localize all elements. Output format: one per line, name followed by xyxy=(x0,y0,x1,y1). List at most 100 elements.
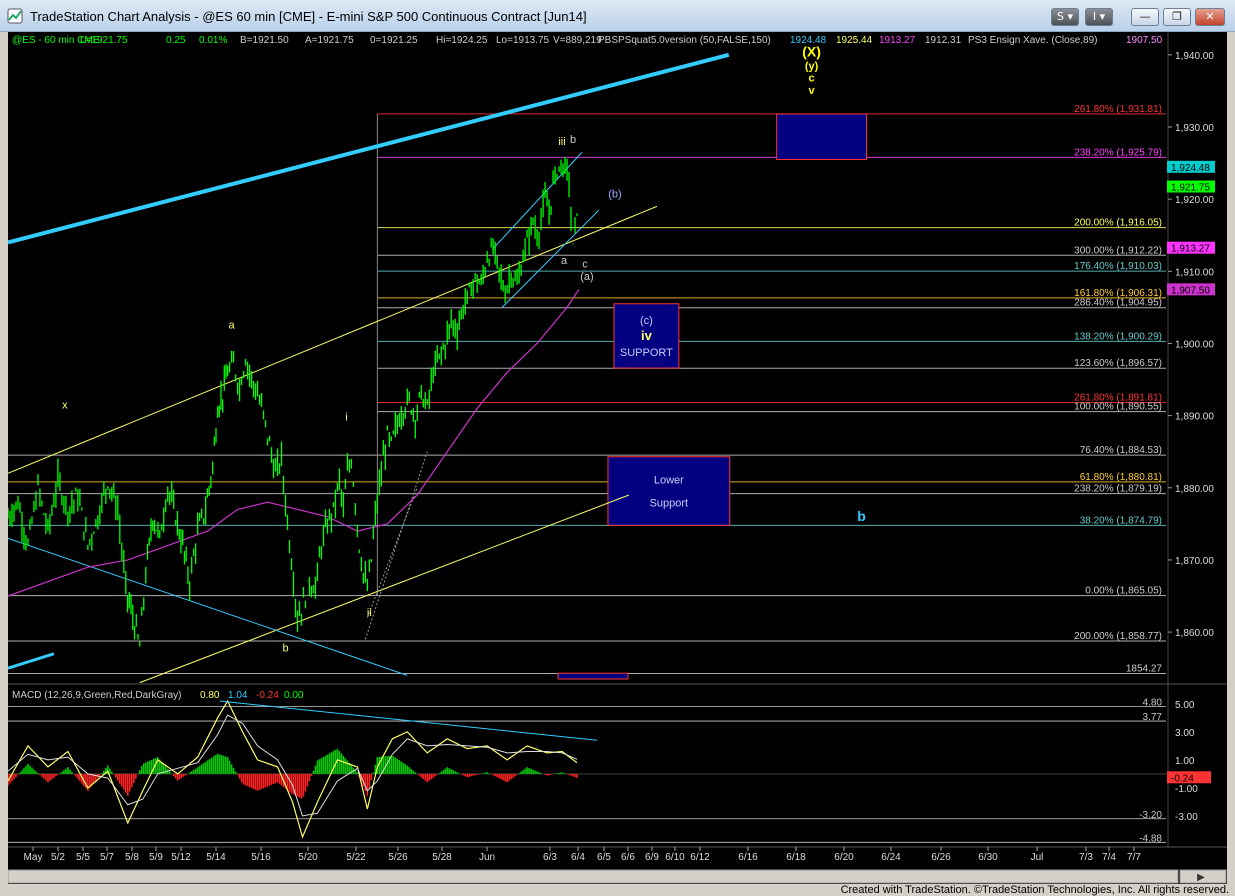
x-tick-label: 5/9 xyxy=(149,852,163,863)
price-tag-label: 1,913.27 xyxy=(1171,244,1210,255)
fib-level-label: 1854.27 xyxy=(1126,663,1163,674)
header-field-13: 1913.27 xyxy=(879,35,916,46)
macd-ref-label: 4.80 xyxy=(1143,698,1163,709)
wave-label: (a) xyxy=(580,271,593,283)
bottom-box xyxy=(557,672,629,680)
fib-level-label: 100.00% (1,890.55) xyxy=(1074,402,1162,413)
x-tick-label: 5/7 xyxy=(100,852,114,863)
macd-y-tick: -3.00 xyxy=(1175,812,1198,823)
chart-svg[interactable]: @ES - 60 min CMEL=1921.75 0.25 0.01% B=1921… xyxy=(7,32,1227,884)
x-tick-label: 5/8 xyxy=(125,852,139,863)
x-tick-label: 5/5 xyxy=(76,852,90,863)
header-field-9: V=889,219 xyxy=(553,35,602,46)
wave-label: i xyxy=(345,412,347,424)
y-tick-label: 1,910.00 xyxy=(1175,267,1214,278)
price-tag-label: 1,907.50 xyxy=(1171,285,1210,296)
wave-label: c xyxy=(582,259,588,271)
x-tick-label: 7/4 xyxy=(1102,852,1116,863)
macd-value: 1.04 xyxy=(228,690,248,701)
scroll-right-arrow-icon[interactable]: ▶ xyxy=(1197,872,1205,883)
x-tick-label: 6/20 xyxy=(834,852,854,863)
fib-level-label: 261.80% (1,931.81) xyxy=(1074,104,1162,115)
s-dropdown-button[interactable]: S ▾ xyxy=(1051,8,1079,26)
macd-ref-label: 3.77 xyxy=(1143,712,1163,723)
fib-level-label: 238.20% (1,879.19) xyxy=(1074,484,1162,495)
price-tag-label: 1,924.48 xyxy=(1171,163,1210,174)
x-tick-label: 6/24 xyxy=(881,852,901,863)
fib-level-label: 38.20% (1,874.79) xyxy=(1080,515,1162,526)
x-tick-label: 5/2 xyxy=(51,852,65,863)
y-tick-label: 1,880.00 xyxy=(1175,484,1214,495)
x-tick-label: 5/14 xyxy=(206,852,226,863)
header-field-4: B=1921.50 xyxy=(240,35,289,46)
x-tick-label: 6/16 xyxy=(738,852,758,863)
minimize-button[interactable]: — xyxy=(1131,8,1159,26)
y-tick-label: 1,890.00 xyxy=(1175,412,1214,423)
header-field-3: 0.01% xyxy=(199,35,227,46)
wave-label: v xyxy=(809,85,816,97)
box-label: SUPPORT xyxy=(620,347,673,359)
x-tick-label: 7/3 xyxy=(1079,852,1093,863)
i-dropdown-button[interactable]: I ▾ xyxy=(1085,8,1113,26)
restore-button[interactable]: ❐ xyxy=(1163,8,1191,26)
wave-label: c xyxy=(809,73,815,85)
header-field-2: 0.25 xyxy=(166,35,186,46)
macd-ref-label: -3.20 xyxy=(1139,810,1162,821)
fib-level-label: 76.40% (1,884.53) xyxy=(1080,445,1162,456)
x-tick-label: Jun xyxy=(479,852,495,863)
footer-credit: Created with TradeStation. ©TradeStation… xyxy=(840,884,1229,896)
fib-level-label: 0.00% (1,865.05) xyxy=(1085,586,1162,597)
x-tick-label: 6/3 xyxy=(543,852,557,863)
close-button[interactable]: ✕ xyxy=(1195,8,1225,26)
status-footer: Created with TradeStation. ©TradeStation… xyxy=(0,884,1235,896)
x-tick-label: 5/22 xyxy=(346,852,366,863)
x-tick-label: 5/26 xyxy=(388,852,408,863)
wave-label: (X) xyxy=(802,43,821,59)
x-tick-label: 5/28 xyxy=(432,852,452,863)
x-tick-label: 7/7 xyxy=(1127,852,1141,863)
fib-level-label: 238.20% (1,925.79) xyxy=(1074,147,1162,158)
box-label: Lower xyxy=(654,475,684,487)
macd-value: 0.00 xyxy=(284,690,304,701)
x-tick-label: 6/9 xyxy=(645,852,659,863)
chart-area[interactable]: @ES - 60 min CME L=1921.75 0.25 0.01% B=1921… xyxy=(7,32,1227,884)
header-field-1: L=1921.75 xyxy=(80,35,128,46)
lower-support-box xyxy=(607,456,731,526)
macd-ref-label: -4.88 xyxy=(1139,833,1162,844)
y-tick-label: 1,870.00 xyxy=(1175,556,1214,567)
box-label: Support xyxy=(650,497,689,509)
fib-level-label: 61.80% (1,880.81) xyxy=(1080,472,1162,483)
macd-y-tick: 5.00 xyxy=(1175,700,1195,711)
wave-label: ii xyxy=(367,607,372,619)
y-tick-label: 1,940.00 xyxy=(1175,51,1214,62)
wave-label: iii xyxy=(558,136,565,148)
macd-tag-label: -0.24 xyxy=(1171,773,1194,784)
fib-level-label: 286.40% (1,904.95) xyxy=(1074,298,1162,309)
x-tick-label: 6/6 xyxy=(621,852,635,863)
macd-value: 0.80 xyxy=(200,690,220,701)
box-label: iv xyxy=(641,328,653,343)
wave-label: b xyxy=(282,643,288,655)
header-field-15: PS3 Ensign Xave. (Close,89) xyxy=(968,35,1098,46)
x-tick-label: 6/10 xyxy=(665,852,685,863)
x-tick-label: 6/4 xyxy=(571,852,585,863)
x-tick-label: 6/12 xyxy=(690,852,710,863)
wave-label: (y) xyxy=(805,60,819,72)
fib-level-label: 300.00% (1,912.22) xyxy=(1074,245,1162,256)
header-field-10: PBSPSquat5.0version (50,FALSE,150) xyxy=(598,35,771,46)
x-tick-label: 6/5 xyxy=(597,852,611,863)
header-field-8: Lo=1913.75 xyxy=(496,35,550,46)
x-tick-label: 5/20 xyxy=(298,852,318,863)
wave-label: b xyxy=(570,134,576,146)
horizontal-scrollbar[interactable] xyxy=(7,869,1179,884)
x-tick-label: 5/12 xyxy=(171,852,191,863)
price-tag-label: 1,921.75 xyxy=(1171,183,1210,194)
x-tick-label: Jul xyxy=(1031,852,1044,863)
macd-title: MACD (12,26,9,Green,Red,DarkGray) xyxy=(12,690,182,701)
x-tick-label: 6/30 xyxy=(978,852,998,863)
window-titlebar: TradeStation Chart Analysis - @ES 60 min… xyxy=(0,0,1235,32)
header-field-6: 0=1921.25 xyxy=(370,35,418,46)
fib-level-label: 200.00% (1,916.05) xyxy=(1074,218,1162,229)
wave-label: a xyxy=(229,319,236,331)
header-field-12: 1925.44 xyxy=(836,35,873,46)
